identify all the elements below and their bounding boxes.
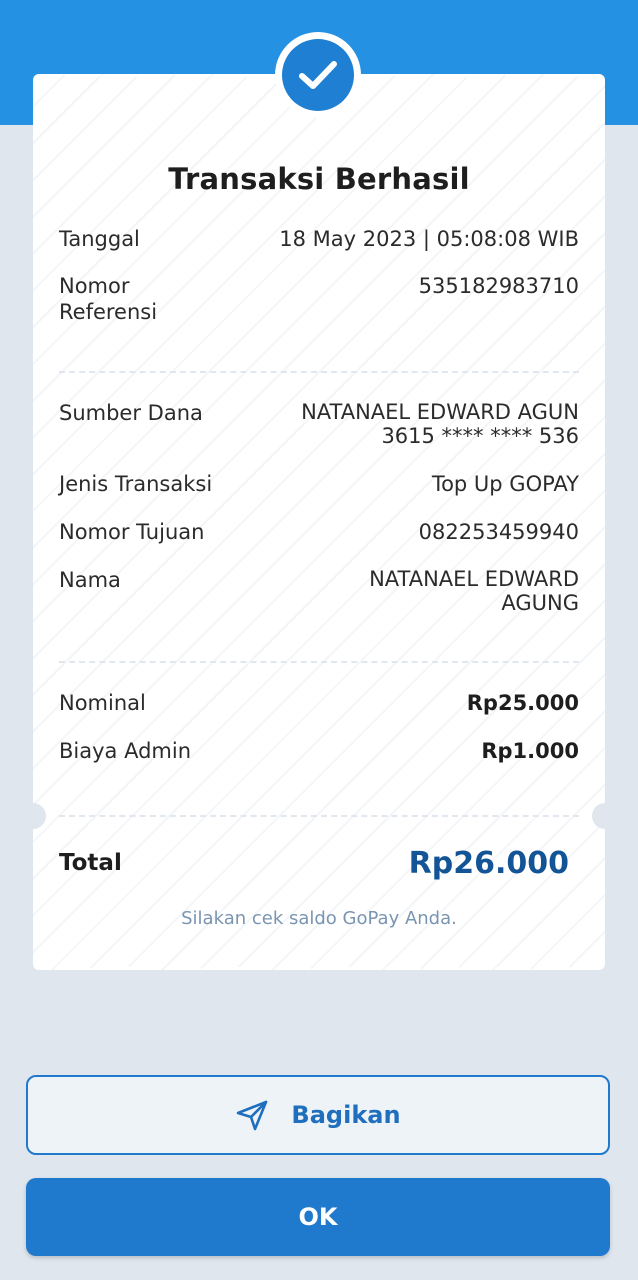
nama-label: Nama bbox=[59, 568, 121, 592]
divider bbox=[59, 661, 579, 663]
tujuan-value: 082253459940 bbox=[418, 520, 579, 544]
sumber-dana-value: NATANAEL EDWARD AGUN 3615 **** **** 536 bbox=[301, 400, 579, 448]
tanggal-label: Tanggal bbox=[59, 227, 140, 251]
total-label: Total bbox=[59, 850, 122, 876]
nama-value-line1: NATANAEL EDWARD bbox=[369, 567, 579, 591]
referensi-value: 535182983710 bbox=[418, 274, 579, 298]
success-badge bbox=[275, 32, 361, 118]
admin-value: Rp1.000 bbox=[481, 739, 579, 763]
receipt-title: Transaksi Berhasil bbox=[168, 162, 470, 196]
nama-value-line2: AGUNG bbox=[501, 591, 579, 615]
scallop-edge-bottom bbox=[33, 965, 605, 970]
divider bbox=[59, 371, 579, 373]
divider bbox=[59, 815, 579, 817]
tujuan-label: Nomor Tujuan bbox=[59, 520, 205, 544]
sumber-dana-name: NATANAEL EDWARD AGUN bbox=[301, 400, 579, 424]
row-sumber-dana: Sumber Dana NATANAEL EDWARD AGUN 3615 **… bbox=[59, 400, 579, 452]
send-icon bbox=[237, 1100, 268, 1131]
jenis-label: Jenis Transaksi bbox=[59, 472, 213, 496]
referensi-label-line2: Referensi bbox=[59, 300, 158, 324]
row-referensi: Nomor Referensi 535182983710 bbox=[59, 273, 579, 329]
check-icon bbox=[299, 61, 337, 89]
referensi-label: Nomor Referensi bbox=[59, 273, 229, 325]
total-value: Rp26.000 bbox=[408, 846, 569, 881]
ok-button-label: OK bbox=[298, 1203, 338, 1231]
nama-value: NATANAEL EDWARD AGUNG bbox=[369, 567, 579, 615]
ok-button[interactable]: OK bbox=[26, 1178, 610, 1256]
saldo-note: Silakan cek saldo GoPay Anda. bbox=[181, 908, 457, 929]
sumber-dana-account: 3615 **** **** 536 bbox=[381, 424, 579, 448]
nominal-value: Rp25.000 bbox=[466, 691, 579, 715]
share-button[interactable]: Bagikan bbox=[26, 1075, 610, 1155]
sumber-dana-label: Sumber Dana bbox=[59, 401, 203, 425]
referensi-label-line1: Nomor bbox=[59, 274, 130, 298]
admin-label: Biaya Admin bbox=[59, 739, 192, 763]
row-nama: Nama NATANAEL EDWARD AGUNG bbox=[59, 567, 579, 619]
receipt-card: Transaksi Berhasil Tanggal 18 May 2023 |… bbox=[33, 74, 605, 970]
tanggal-value: 18 May 2023 | 05:08:08 WIB bbox=[279, 227, 579, 251]
nominal-label: Nominal bbox=[59, 691, 146, 715]
jenis-value: Top Up GOPAY bbox=[431, 472, 579, 496]
share-button-label: Bagikan bbox=[291, 1101, 401, 1129]
success-badge-inner bbox=[282, 39, 354, 111]
